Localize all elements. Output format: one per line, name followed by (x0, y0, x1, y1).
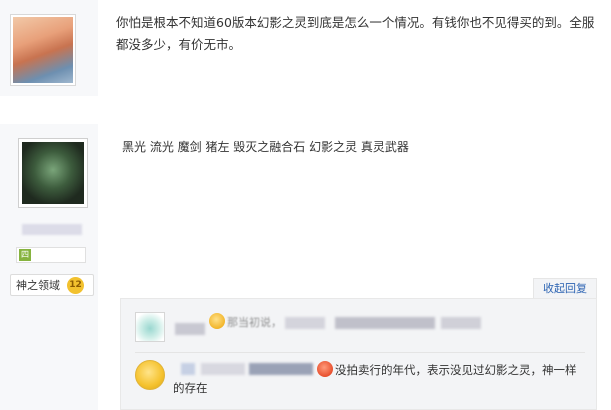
title-level-icon: 12 (67, 277, 84, 294)
reply-separator (135, 352, 585, 353)
collapse-replies-link[interactable]: 收起回复 (533, 278, 597, 298)
user-level-box: 四 (16, 247, 86, 263)
level-icon: 四 (19, 249, 31, 261)
user-avatar[interactable] (10, 14, 76, 86)
post-1-sidebar (0, 0, 98, 96)
avatar-image (22, 142, 84, 204)
reply-text: 那当初说， (227, 316, 282, 329)
username-redacted[interactable] (22, 224, 82, 235)
avatar-image (136, 313, 164, 341)
reply-username-redacted[interactable] (201, 363, 245, 375)
reply-text-continued: 的存在 (173, 381, 208, 395)
reply-username-redacted[interactable] (249, 363, 313, 375)
reply-username-redacted[interactable] (181, 363, 195, 375)
avatar-image (13, 17, 73, 83)
reply-text: 没拍卖行的年代，表示没见过幻影之灵，神一样 (335, 363, 577, 377)
post-1: 你怕是根本不知道60版本幻影之灵到底是怎么一个情况。有钱你也不见得买的到。全服都… (0, 0, 611, 96)
user-avatar[interactable] (18, 138, 88, 208)
reply-text-redacted (285, 317, 325, 329)
reply-avatar[interactable] (135, 312, 165, 342)
reply-text-redacted (441, 317, 481, 329)
post-2-sidebar: 四 神之领域 12 (0, 124, 98, 410)
reply-text-redacted (335, 317, 435, 329)
post-2: 四 神之领域 12 黑光 流光 魔剑 猪左 毁灭之融合石 幻影之灵 真灵武器 收… (0, 124, 611, 410)
angry-emoji-icon (317, 361, 333, 377)
reply-item: 没拍卖行的年代，表示没见过幻影之灵，神一样 的存在 (135, 357, 585, 407)
reply-avatar[interactable] (135, 360, 165, 390)
smile-emoji-icon (209, 313, 225, 329)
title-badge[interactable]: 神之领域 12 (10, 274, 94, 296)
reply-username-redacted[interactable] (175, 323, 205, 335)
post-divider (0, 96, 611, 124)
post-1-content: 你怕是根本不知道60版本幻影之灵到底是怎么一个情况。有钱你也不见得买的到。全服都… (116, 15, 595, 52)
title-badge-label: 神之领域 (16, 279, 60, 292)
reply-box: 那当初说， 没拍卖行的年代，表示没见过幻影之灵，神一样 的存在 (120, 298, 597, 410)
post-2-content: 黑光 流光 魔剑 猪左 毁灭之融合石 幻影之灵 真灵武器 (122, 140, 409, 154)
reply-item: 那当初说， (135, 309, 585, 351)
